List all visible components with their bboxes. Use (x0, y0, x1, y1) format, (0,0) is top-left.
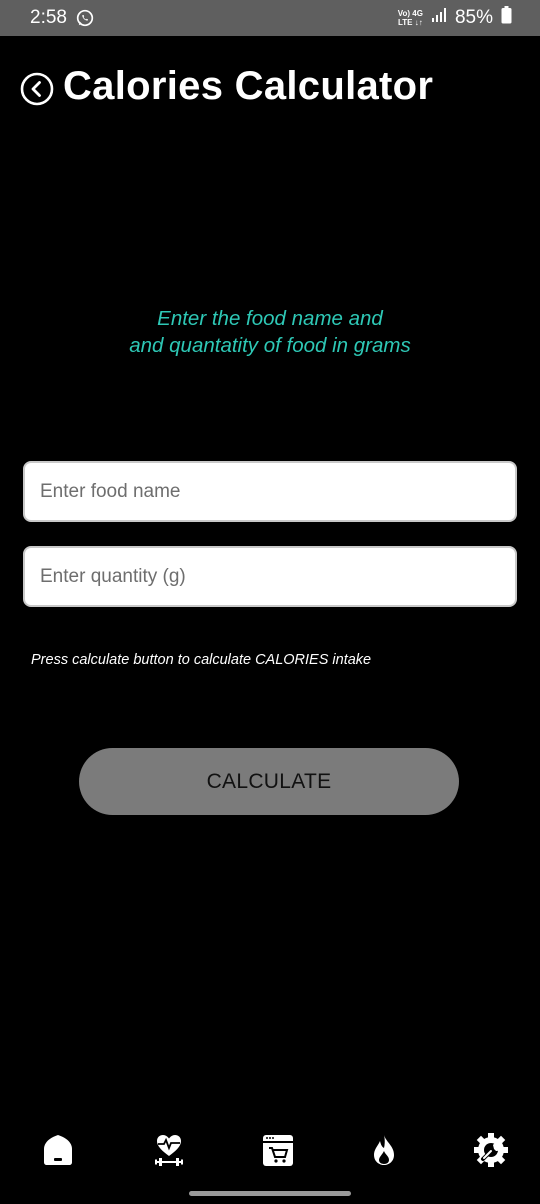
battery-icon (501, 6, 512, 29)
home-icon (40, 1132, 76, 1173)
nav-shop[interactable] (254, 1128, 302, 1176)
header: Calories Calculator (20, 64, 433, 109)
calculate-button[interactable]: CALCULATE (79, 748, 459, 815)
signal-icon (431, 7, 447, 28)
whatsapp-icon (76, 9, 94, 32)
settings-icon (471, 1130, 511, 1175)
instruction-text: Enter the food name and and quantatity o… (0, 305, 540, 359)
food-name-input[interactable] (23, 461, 517, 522)
fitness-icon (149, 1130, 189, 1175)
nav-settings[interactable] (467, 1128, 515, 1176)
home-indicator[interactable] (189, 1191, 351, 1196)
quantity-input[interactable] (23, 546, 517, 607)
status-bar: 2:58 Vo) 4G LTE ↓↑ 85% (0, 0, 540, 36)
nav-fitness[interactable] (145, 1128, 193, 1176)
shop-icon (258, 1130, 298, 1175)
page-title: Calories Calculator (63, 64, 434, 108)
nav-fire[interactable] (360, 1128, 408, 1176)
instruction-line-2: and quantatity of food in grams (129, 334, 411, 357)
nav-home[interactable] (34, 1128, 82, 1176)
network-indicator: Vo) 4G LTE ↓↑ (398, 9, 423, 27)
network-type-bottom: LTE ↓↑ (398, 17, 423, 27)
battery-percent: 85% (454, 6, 493, 28)
status-indicators: Vo) 4G LTE ↓↑ 85% (398, 6, 512, 29)
calculate-hint: Press calculate button to calculate CALO… (31, 652, 372, 668)
network-type-top: Vo) 4G (397, 8, 423, 18)
status-time: 2:58 (30, 7, 67, 28)
back-icon[interactable] (20, 72, 54, 106)
instruction-line-1: Enter the food name and (157, 307, 383, 330)
fire-icon (366, 1132, 402, 1173)
bottom-nav (0, 1128, 540, 1178)
